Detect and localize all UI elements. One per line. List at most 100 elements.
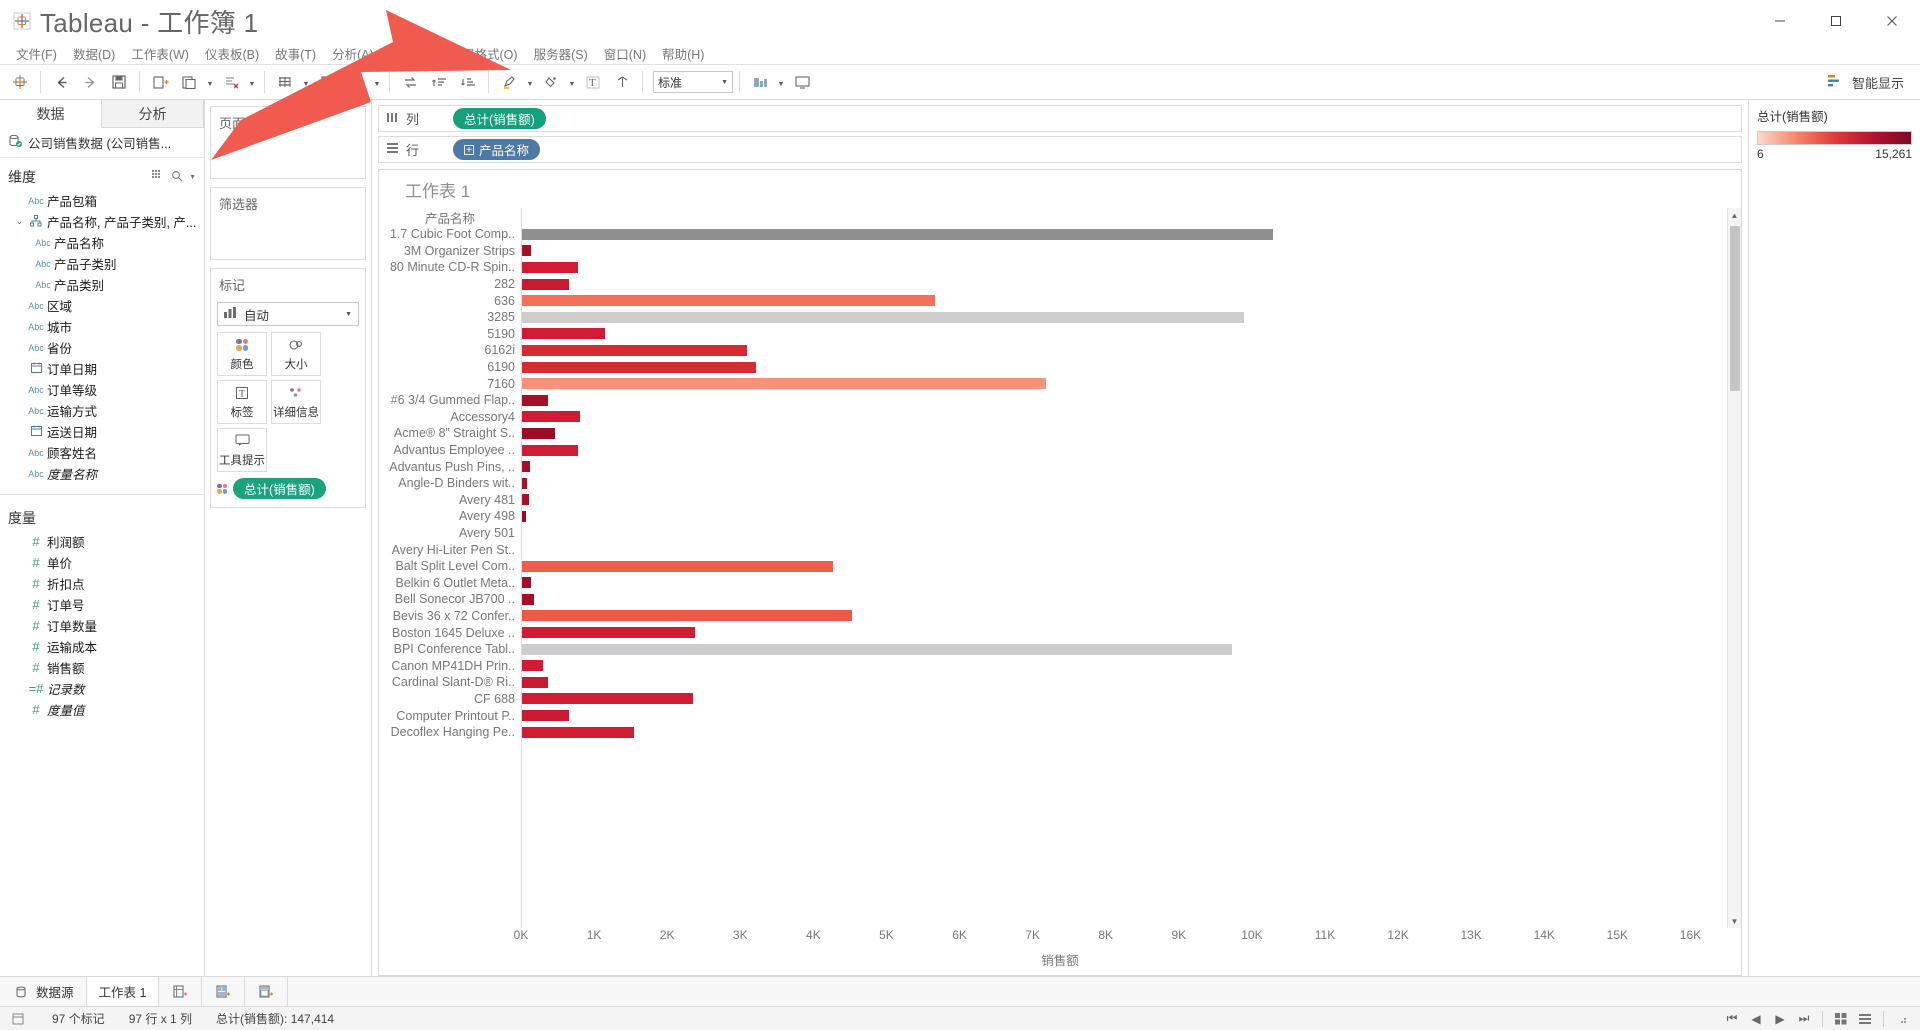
marks-detail-button[interactable]: 详细信息 bbox=[271, 380, 321, 424]
group-dropdown-icon[interactable]: ▼ bbox=[566, 68, 578, 96]
bar-row[interactable] bbox=[522, 425, 1727, 442]
menu-worksheet[interactable]: 工作表(W) bbox=[123, 42, 197, 65]
clear-dropdown-icon[interactable]: ▼ bbox=[246, 68, 258, 96]
menu-format[interactable]: 设置格式(O) bbox=[442, 42, 526, 65]
field-customer-name[interactable]: Abc 顾客姓名 bbox=[0, 442, 204, 463]
menu-file[interactable]: 文件(F) bbox=[8, 42, 65, 65]
marks-color-button[interactable]: 颜色 bbox=[217, 332, 267, 376]
bar[interactable] bbox=[522, 560, 834, 572]
back-arrow-icon[interactable] bbox=[47, 68, 75, 96]
update-dropdown-icon[interactable]: ▼ bbox=[371, 68, 383, 96]
bar-row[interactable] bbox=[522, 525, 1727, 542]
bar-row[interactable] bbox=[522, 342, 1727, 359]
bar[interactable] bbox=[522, 228, 1273, 240]
rows-shelf[interactable]: 行 + 产品名称 bbox=[378, 136, 1742, 163]
clear-sheet-icon[interactable] bbox=[217, 68, 245, 96]
bar[interactable] bbox=[522, 627, 696, 639]
menu-data[interactable]: 数据(D) bbox=[65, 42, 123, 65]
columns-pill-sales[interactable]: 总计(销售额) bbox=[453, 108, 546, 129]
bar-row[interactable] bbox=[522, 259, 1727, 276]
measure-order-quantity[interactable]: # 订单数量 bbox=[0, 615, 204, 636]
bar[interactable] bbox=[522, 726, 635, 738]
pause-auto-update-icon[interactable] bbox=[313, 68, 341, 96]
bar-row[interactable] bbox=[522, 243, 1727, 260]
bar[interactable] bbox=[522, 660, 544, 672]
bar-row[interactable] bbox=[522, 375, 1727, 392]
field-region[interactable]: Abc 区域 bbox=[0, 295, 204, 316]
bar-row[interactable] bbox=[522, 608, 1727, 625]
bar-row[interactable] bbox=[522, 458, 1727, 475]
tab-analytics[interactable]: 分析 bbox=[102, 100, 204, 127]
bar[interactable] bbox=[522, 245, 532, 257]
chevron-down-icon[interactable]: ▼ bbox=[189, 174, 196, 181]
measure-profit[interactable]: # 利润额 bbox=[0, 531, 204, 552]
scroll-down-icon[interactable]: ▼ bbox=[1728, 914, 1742, 928]
field-product-container[interactable]: Abc 产品包箱 bbox=[0, 190, 204, 211]
field-product-name[interactable]: Abc 产品名称 bbox=[0, 232, 204, 253]
filters-drop-area[interactable] bbox=[211, 217, 365, 259]
chevron-down-icon[interactable]: ⌄ bbox=[14, 217, 25, 226]
fix-axes-icon[interactable] bbox=[608, 68, 636, 96]
bar-row[interactable] bbox=[522, 492, 1727, 509]
forward-arrow-icon[interactable] bbox=[76, 68, 104, 96]
maximize-button[interactable] bbox=[1808, 0, 1864, 42]
new-dashboard-tab-button[interactable] bbox=[202, 977, 246, 1006]
bar-row[interactable] bbox=[522, 276, 1727, 293]
bar-row[interactable] bbox=[522, 541, 1727, 558]
bar-row[interactable] bbox=[522, 574, 1727, 591]
highlight-icon[interactable] bbox=[495, 68, 523, 96]
measure-measure-values[interactable]: # 度量值 bbox=[0, 699, 204, 720]
measure-shipping-cost[interactable]: # 运输成本 bbox=[0, 636, 204, 657]
grid-view-icon[interactable] bbox=[152, 170, 165, 184]
marks-tooltip-button[interactable]: 工具提示 bbox=[217, 428, 267, 472]
new-worksheet-icon[interactable] bbox=[146, 68, 174, 96]
bar[interactable] bbox=[522, 593, 534, 605]
bar[interactable] bbox=[522, 710, 570, 722]
measure-unit-price[interactable]: # 单价 bbox=[0, 552, 204, 573]
show-hide-cards-icon[interactable] bbox=[746, 68, 774, 96]
measure-discount[interactable]: # 折扣点 bbox=[0, 573, 204, 594]
first-page-icon[interactable]: ⏮ bbox=[1722, 1010, 1742, 1028]
cards-dropdown-icon[interactable]: ▼ bbox=[775, 68, 787, 96]
duplicate-dropdown-icon[interactable]: ▼ bbox=[204, 68, 216, 96]
field-ship-mode[interactable]: Abc 运输方式 bbox=[0, 400, 204, 421]
duplicate-sheet-icon[interactable] bbox=[175, 68, 203, 96]
datasource-dropdown-icon[interactable]: ▼ bbox=[300, 68, 312, 96]
sort-ascending-icon[interactable] bbox=[425, 68, 453, 96]
columns-shelf[interactable]: 列 总计(销售额) bbox=[378, 105, 1742, 132]
menu-dashboard[interactable]: 仪表板(B) bbox=[197, 42, 267, 65]
bar-row[interactable] bbox=[522, 309, 1727, 326]
bar[interactable] bbox=[522, 411, 580, 423]
bar-row[interactable] bbox=[522, 475, 1727, 492]
new-worksheet-tab-button[interactable] bbox=[159, 977, 203, 1006]
presentation-mode-icon[interactable] bbox=[788, 68, 816, 96]
field-product-hierarchy[interactable]: ⌄ 产品名称, 产品子类别, 产... bbox=[0, 211, 204, 232]
menu-server[interactable]: 服务器(S) bbox=[526, 42, 596, 65]
bar-row[interactable] bbox=[522, 392, 1727, 409]
bar-row[interactable] bbox=[522, 508, 1727, 525]
marks-label-button[interactable]: T 标签 bbox=[217, 380, 267, 424]
list-icon[interactable] bbox=[1855, 1010, 1875, 1028]
bar[interactable] bbox=[522, 427, 555, 439]
expand-plus-icon[interactable]: + bbox=[464, 144, 474, 155]
next-page-icon[interactable]: ▶ bbox=[1770, 1010, 1790, 1028]
sort-descending-icon[interactable] bbox=[454, 68, 482, 96]
measure-order-id[interactable]: # 订单号 bbox=[0, 594, 204, 615]
swap-rows-columns-icon[interactable] bbox=[396, 68, 424, 96]
scroll-thumb[interactable] bbox=[1729, 226, 1740, 391]
bar-row[interactable] bbox=[522, 292, 1727, 309]
bar-row[interactable] bbox=[522, 624, 1727, 641]
pages-drop-area[interactable] bbox=[211, 136, 365, 178]
menu-help[interactable]: 帮助(H) bbox=[654, 42, 712, 65]
field-province[interactable]: Abc 省份 bbox=[0, 337, 204, 358]
field-product-category[interactable]: Abc 产品类别 bbox=[0, 274, 204, 295]
vertical-scrollbar[interactable]: ▲ ▼ bbox=[1727, 208, 1741, 928]
field-order-priority[interactable]: Abc 订单等级 bbox=[0, 379, 204, 400]
highlight-dropdown-icon[interactable]: ▼ bbox=[524, 68, 536, 96]
fit-select[interactable]: 标准 ▼ bbox=[653, 71, 733, 93]
new-datasource-icon[interactable] bbox=[271, 68, 299, 96]
resize-icon[interactable] bbox=[1892, 1010, 1912, 1028]
bar-row[interactable] bbox=[522, 591, 1727, 608]
show-me-button[interactable]: 智能显示 bbox=[1827, 73, 1914, 92]
bar[interactable] bbox=[522, 361, 757, 373]
